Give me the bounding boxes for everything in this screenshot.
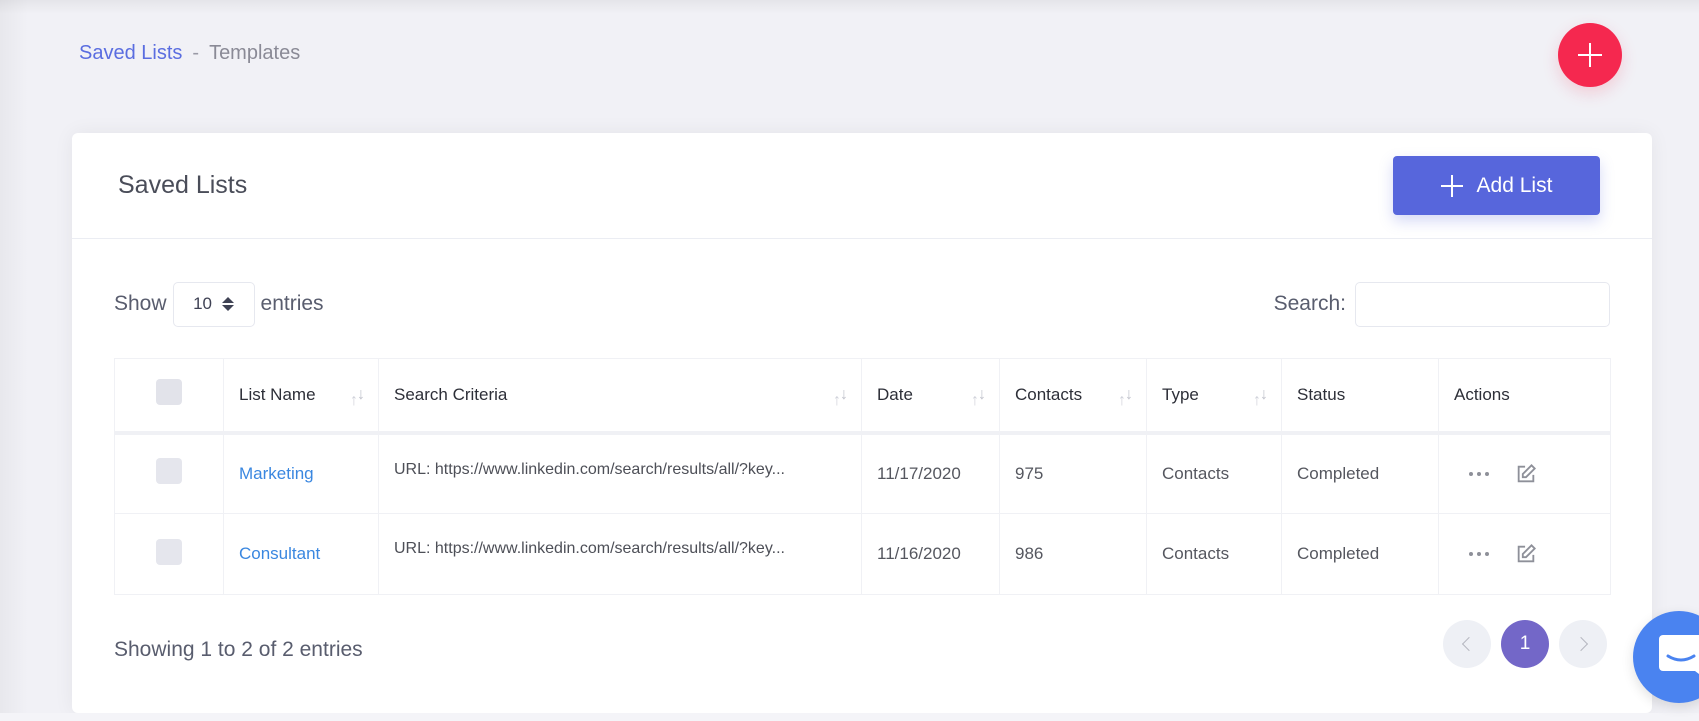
entries-per-page-select[interactable]: 10 (172, 281, 255, 327)
header-label: Search Criteria (394, 384, 508, 404)
search-label: Search: (1273, 292, 1346, 315)
header-label: List Name (239, 384, 316, 404)
top-shadow (0, 0, 1699, 14)
sort-icon: ↑ ↓ (971, 386, 986, 409)
page-1-button[interactable]: 1 (1501, 620, 1549, 668)
header-label: Contacts (1015, 384, 1083, 404)
header-date[interactable]: Date ↑ ↓ (861, 358, 1000, 435)
chat-bubble-icon (1659, 635, 1699, 674)
contacts-cell: 986 (999, 513, 1147, 595)
entries-length: Show 10 entries (114, 281, 324, 327)
card-header: Saved Lists Add List (72, 133, 1652, 239)
header-actions: Actions (1438, 358, 1611, 435)
entries-label: entries (260, 292, 324, 315)
header-list-name[interactable]: List Name ↑ ↓ (223, 358, 379, 435)
previous-page-button[interactable] (1443, 620, 1491, 668)
search-criteria-cell: URL: https://www.linkedin.com/search/res… (378, 432, 862, 514)
chevron-left-icon (1461, 636, 1477, 652)
saved-lists-card: Saved Lists Add List Show 10 entries Sea… (72, 133, 1652, 713)
sort-icon: ↑ ↓ (1118, 386, 1133, 409)
page-bottom-strip (0, 713, 1699, 721)
date-cell: 11/16/2020 (861, 513, 1000, 595)
search-input[interactable] (1355, 281, 1610, 327)
table-row: Marketing URL: https://www.linkedin.com/… (114, 432, 1611, 514)
header-label: Date (877, 384, 913, 404)
header-search-criteria[interactable]: Search Criteria ↑ ↓ (378, 358, 862, 435)
table-info: Showing 1 to 2 of 2 entries (114, 638, 363, 661)
card-title: Saved Lists (118, 171, 248, 199)
header-type[interactable]: Type ↑ ↓ (1146, 358, 1282, 435)
chevron-right-icon (1573, 636, 1589, 652)
next-page-button[interactable] (1559, 620, 1607, 668)
row-select-cell (114, 432, 224, 514)
saved-lists-table: List Name ↑ ↓ Search Criteria ↑ ↓ Date ↑ ↓ … (114, 358, 1611, 595)
header-contacts[interactable]: Contacts ↑ ↓ (999, 358, 1147, 435)
actions-cell (1438, 432, 1611, 514)
add-list-label: Add List (1476, 173, 1553, 197)
date-cell: 11/17/2020 (861, 432, 1000, 514)
select-updown-icon (221, 297, 234, 311)
list-name-cell: Marketing (223, 432, 379, 514)
quick-add-button[interactable] (1558, 23, 1622, 87)
sort-icon: ↑ ↓ (833, 386, 848, 409)
breadcrumb: Saved Lists - Templates (79, 42, 300, 65)
sort-icon: ↑ ↓ (1253, 386, 1268, 409)
plus-icon (1440, 174, 1463, 197)
list-name-link[interactable]: Marketing (239, 464, 314, 483)
table-row: Consultant URL: https://www.linkedin.com… (114, 513, 1611, 595)
status-cell: Completed (1281, 432, 1439, 514)
breadcrumb-separator: - (192, 42, 200, 64)
add-list-button[interactable]: Add List (1393, 156, 1600, 215)
sort-icon: ↑ ↓ (350, 386, 365, 409)
edit-icon[interactable] (1515, 543, 1537, 565)
show-label: Show (114, 292, 167, 315)
breadcrumb-current: Templates (209, 42, 301, 64)
row-checkbox[interactable] (156, 538, 182, 565)
more-options-icon[interactable] (1469, 466, 1489, 482)
search-filter: Search: (1273, 281, 1610, 327)
search-criteria-cell: URL: https://www.linkedin.com/search/res… (378, 513, 862, 595)
row-checkbox[interactable] (156, 458, 182, 485)
left-shadow (0, 0, 28, 721)
list-name-cell: Consultant (223, 513, 379, 595)
row-select-cell (114, 513, 224, 595)
contacts-cell: 975 (999, 432, 1147, 514)
list-name-link[interactable]: Consultant (239, 544, 320, 563)
header-select-all (114, 358, 224, 435)
edit-icon[interactable] (1515, 463, 1537, 485)
breadcrumb-saved-lists-link[interactable]: Saved Lists (79, 42, 182, 65)
plus-icon (1578, 43, 1602, 67)
select-all-checkbox[interactable] (156, 379, 182, 406)
entries-per-page-value: 10 (193, 294, 212, 313)
table-controls: Show 10 entries Search: (114, 281, 1610, 327)
type-cell: Contacts (1146, 513, 1282, 595)
actions-cell (1438, 513, 1611, 595)
header-label: Type (1162, 384, 1199, 404)
table-header-row: List Name ↑ ↓ Search Criteria ↑ ↓ Date ↑ ↓ … (114, 358, 1611, 435)
more-options-icon[interactable] (1469, 546, 1489, 562)
header-status: Status (1281, 358, 1439, 435)
status-cell: Completed (1281, 513, 1439, 595)
pagination: 1 (1443, 620, 1607, 668)
type-cell: Contacts (1146, 432, 1282, 514)
